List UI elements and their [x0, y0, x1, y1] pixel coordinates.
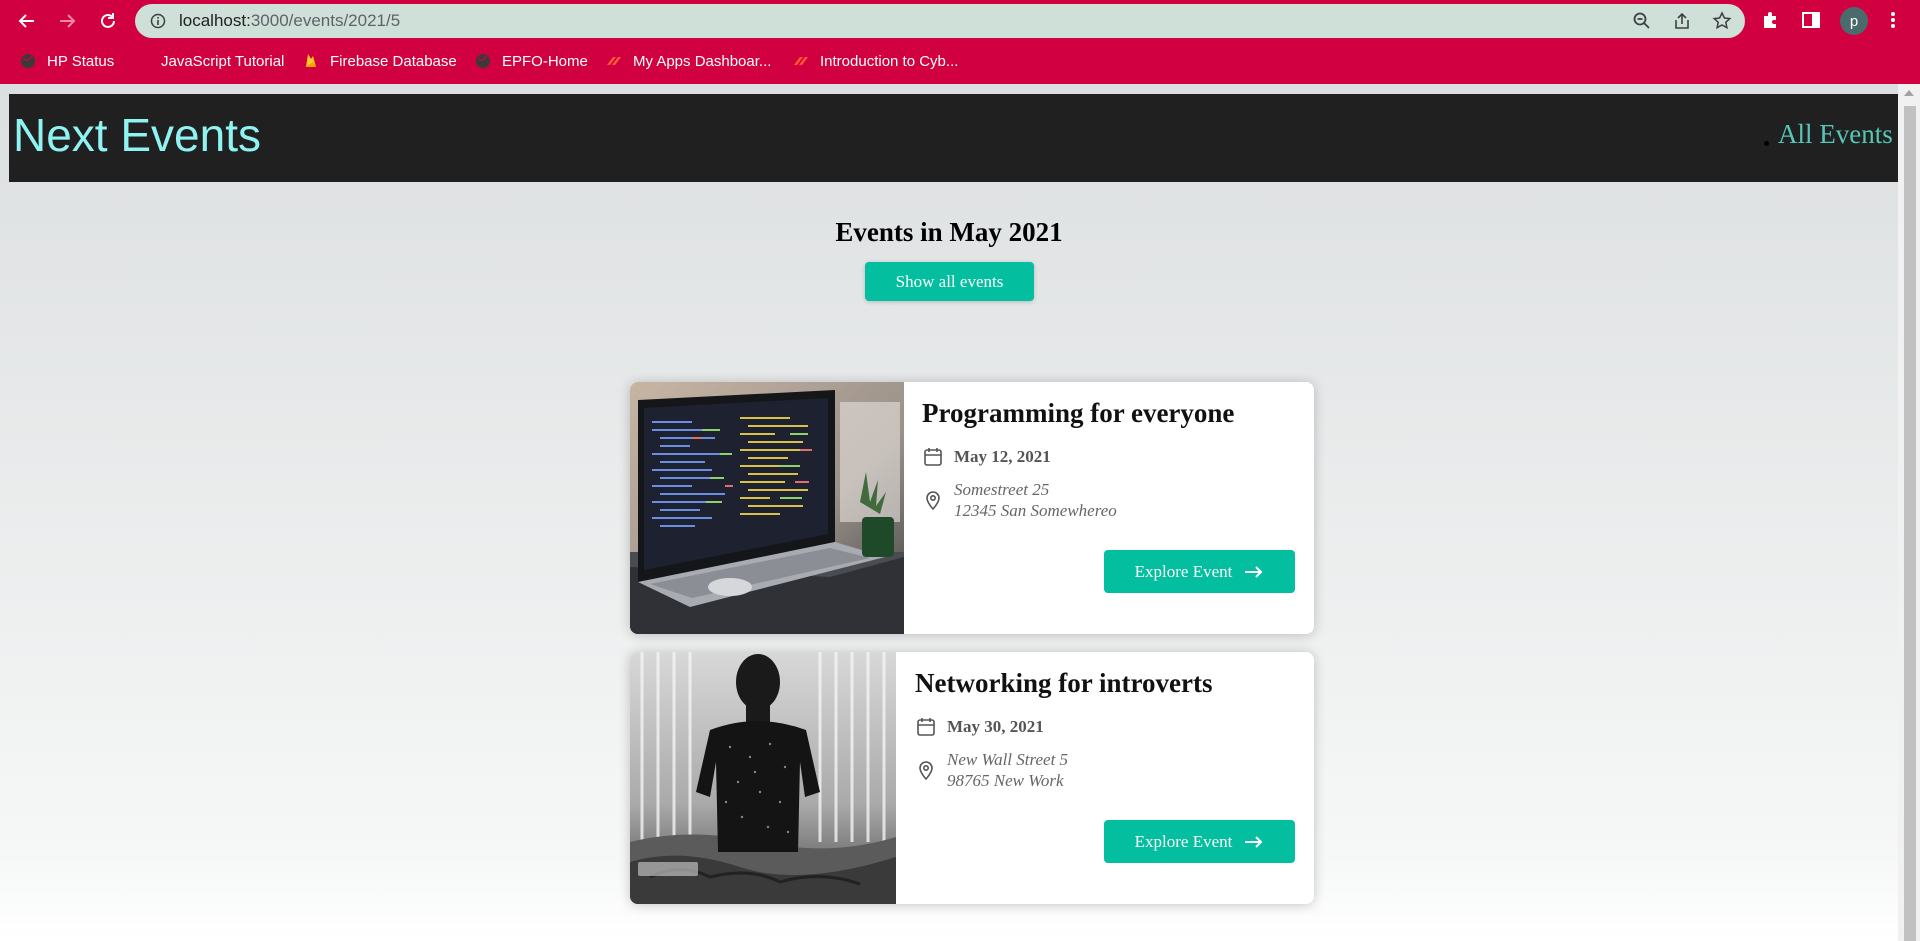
forward-button[interactable]: [52, 6, 82, 36]
site-logo[interactable]: Next Events: [13, 108, 261, 162]
share-icon[interactable]: [1672, 11, 1692, 31]
address-bar[interactable]: localhost:3000/events/2021/5: [135, 4, 1745, 38]
w3schools-icon: [136, 55, 148, 67]
event-date-row: May 30, 2021: [915, 716, 1044, 738]
event-address: New Wall Street 5 98765 New Work: [947, 749, 1068, 791]
side-panel-icon[interactable]: [1800, 9, 1822, 31]
bookmark-hp-status[interactable]: HP Status: [20, 50, 114, 72]
reload-button[interactable]: [93, 6, 123, 36]
address-line-2: 12345 San Somewhereo: [954, 501, 1117, 520]
explore-event-button[interactable]: Explore Event: [1104, 550, 1295, 593]
bookmark-javascript-tutorial[interactable]: JavaScript Tutorial: [134, 50, 284, 72]
explore-event-button[interactable]: Explore Event: [1104, 820, 1295, 863]
site-header: Next Events All Events: [9, 94, 1898, 182]
bookmark-epfo-home[interactable]: EPFO-Home: [475, 50, 588, 72]
scrollbar-thumb[interactable]: [1904, 106, 1916, 941]
calendar-icon: [924, 448, 942, 466]
reload-icon: [101, 13, 115, 28]
explore-event-label: Explore Event: [1134, 561, 1233, 581]
globe-icon: [476, 54, 490, 68]
page-scrollbar[interactable]: [1898, 84, 1920, 941]
bookmarks-bar: HP Status JavaScript Tutorial Firebase D…: [0, 46, 1920, 76]
browser-toolbar: localhost:3000/events/2021/5 p: [0, 0, 1920, 42]
arrow-right-icon: [1245, 835, 1263, 848]
location-pin-icon: [926, 491, 940, 511]
address-line-1: Somestreet 25: [954, 480, 1050, 499]
page-viewport: Next Events All Events Events in May 202…: [0, 84, 1920, 941]
show-all-events-button[interactable]: Show all events: [865, 262, 1034, 301]
event-address: Somestreet 25 12345 San Somewhereo: [954, 479, 1117, 521]
page-title: Events in May 2021: [835, 217, 1063, 247]
profile-avatar[interactable]: p: [1840, 7, 1868, 35]
location-pin-icon: [919, 761, 933, 781]
nav-link-all-events[interactable]: All Events: [1778, 119, 1893, 150]
globe-icon: [21, 54, 35, 68]
bookmark-star-icon[interactable]: [1712, 11, 1732, 31]
firebase-flame-icon: [306, 54, 316, 67]
event-title: Programming for everyone: [922, 398, 1235, 428]
site-info-icon[interactable]: [150, 13, 166, 29]
address-line-2: 98765 New Work: [947, 771, 1064, 790]
event-card: Programming for everyone May 12, 2021 So…: [630, 382, 1314, 634]
url-text[interactable]: localhost:3000/events/2021/5: [179, 11, 400, 31]
event-title: Networking for introverts: [915, 668, 1213, 698]
person-silhouette-photo: [630, 652, 896, 904]
stripes-logo-icon: [607, 57, 621, 65]
menu-kebab-icon[interactable]: [1882, 9, 1904, 31]
event-date-row: May 12, 2021: [922, 446, 1051, 468]
bookmark-my-apps-dashboard[interactable]: My Apps Dashboar...: [606, 50, 771, 72]
event-date: May 12, 2021: [954, 447, 1051, 466]
address-line-1: New Wall Street 5: [947, 750, 1069, 769]
bookmark-introduction-to-cyb[interactable]: Introduction to Cyb...: [793, 50, 958, 72]
back-button[interactable]: [12, 6, 42, 36]
explore-event-label: Explore Event: [1134, 831, 1233, 851]
extensions-puzzle-icon[interactable]: [1760, 9, 1782, 31]
bookmark-firebase-database[interactable]: Firebase Database: [303, 50, 457, 72]
back-arrow-icon: [18, 14, 34, 28]
event-address-row: New Wall Street 5 98765 New Work: [915, 749, 1068, 791]
forward-arrow-icon: [60, 14, 76, 28]
event-date: May 30, 2021: [947, 717, 1044, 736]
nav-bullet: [1764, 141, 1769, 146]
arrow-right-icon: [1245, 565, 1263, 578]
stripes-logo-icon: [794, 57, 808, 65]
laptop-coding-photo: [630, 382, 904, 634]
scroll-up-arrow-icon[interactable]: [1904, 90, 1914, 96]
browser-chrome: localhost:3000/events/2021/5 p HP Status…: [0, 0, 1920, 84]
calendar-icon: [917, 718, 935, 736]
event-address-row: Somestreet 25 12345 San Somewhereo: [922, 479, 1117, 521]
zoom-icon[interactable]: [1632, 11, 1652, 31]
event-card: Networking for introverts May 30, 2021 N…: [630, 652, 1314, 904]
